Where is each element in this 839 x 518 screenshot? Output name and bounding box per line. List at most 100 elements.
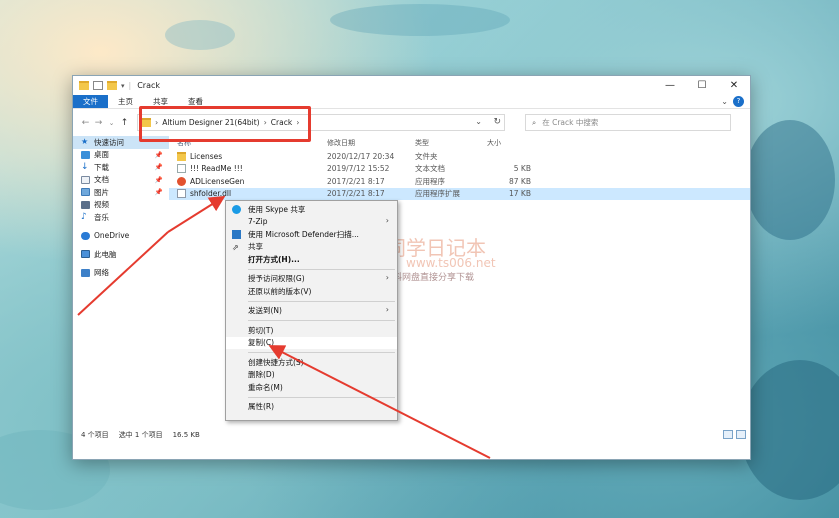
expand-ribbon-icon[interactable]: ⌄: [721, 95, 728, 109]
close-button[interactable]: ✕: [718, 76, 750, 95]
nav-item-network[interactable]: 网络: [73, 267, 169, 280]
menu-item-cut[interactable]: 剪切(T): [226, 324, 397, 337]
menu-item-rename[interactable]: 重命名(M): [226, 381, 397, 394]
menu-label: 复制(C): [248, 338, 275, 348]
status-bar: 4 个项目 选中 1 个项目 16.5 KB: [73, 428, 750, 442]
menu-label: 属性(R): [248, 402, 275, 412]
recent-locations-icon[interactable]: ⌄: [105, 119, 118, 127]
menu-item-share[interactable]: ⇗ 共享: [226, 241, 397, 254]
large-icons-view-icon[interactable]: [736, 430, 746, 439]
file-row[interactable]: !!! ReadMe !!! 2019/7/12 15:52 文本文档 5 KB: [169, 163, 750, 176]
forward-button[interactable]: →: [92, 118, 105, 128]
properties-icon[interactable]: [93, 81, 103, 90]
tab-home[interactable]: 主页: [108, 95, 143, 108]
nav-label: 桌面: [94, 150, 109, 160]
nav-label: 快速访问: [94, 137, 124, 147]
music-icon: ♪: [81, 212, 87, 223]
desktop-icon: [81, 150, 90, 159]
menu-label: 打开方式(H)...: [248, 254, 300, 264]
menu-item-delete[interactable]: 删除(D): [226, 369, 397, 382]
menu-separator: [248, 268, 395, 270]
search-input[interactable]: ⌕ 在 Crack 中搜索: [525, 114, 731, 131]
file-row[interactable]: Licenses 2020/12/17 20:34 文件夹: [169, 150, 750, 163]
text-file-icon: [177, 164, 186, 174]
folder-icon: [177, 151, 186, 161]
documents-icon: [81, 175, 90, 184]
nav-label: 网络: [94, 268, 109, 278]
file-size: 5 KB: [513, 164, 531, 174]
videos-icon: [81, 200, 90, 209]
menu-item-open-with[interactable]: 打开方式(H)...: [226, 253, 397, 266]
file-type: 文本文档: [415, 164, 445, 174]
menu-item-skype-share[interactable]: 使用 Skype 共享: [226, 203, 397, 216]
selected-count: 选中 1 个项目: [118, 431, 163, 439]
maximize-button[interactable]: ☐: [686, 76, 718, 95]
file-name: Licenses: [190, 151, 223, 161]
file-name: ADLicenseGen: [190, 176, 245, 186]
file-size: 17 KB: [509, 189, 531, 199]
file-row-selected[interactable]: shfolder.dll 2017/2/21 8:17 应用程序扩展 17 KB: [169, 187, 750, 200]
nav-item-onedrive[interactable]: OneDrive: [73, 230, 169, 243]
menu-label: 使用 Microsoft Defender扫描...: [248, 229, 359, 239]
menu-label: 删除(D): [248, 370, 275, 380]
pin-icon: 📌: [154, 150, 163, 159]
file-type: 应用程序扩展: [415, 189, 460, 199]
menu-separator: [248, 300, 395, 302]
item-count: 4 个项目: [81, 431, 109, 439]
pc-icon: [81, 250, 90, 259]
view-buttons: [723, 430, 746, 439]
help-icon[interactable]: ?: [733, 96, 744, 107]
watermark-url: www.ts006.net: [406, 256, 496, 270]
share-icon: ⇗: [232, 242, 239, 252]
network-icon: [81, 268, 90, 277]
back-button[interactable]: ←: [79, 118, 92, 128]
title-bar: ▾ | Crack — ☐ ✕: [73, 76, 750, 95]
up-button[interactable]: ↑: [118, 118, 131, 128]
nav-label: 音乐: [94, 212, 109, 222]
nav-item-this-pc[interactable]: 此电脑: [73, 248, 169, 261]
new-folder-icon[interactable]: [107, 81, 117, 90]
menu-item-7zip[interactable]: 7-Zip ›: [226, 216, 397, 229]
nav-label: 图片: [94, 187, 109, 197]
minimize-button[interactable]: —: [654, 76, 686, 95]
menu-item-copy[interactable]: 复制(C): [226, 336, 397, 349]
window-title: Crack: [137, 81, 161, 90]
customize-toolbar-icon[interactable]: ▾: [121, 82, 125, 90]
file-date: 2017/2/21 8:17: [327, 189, 385, 199]
nav-item-music[interactable]: ♪ 音乐: [73, 211, 169, 224]
nav-item-pictures[interactable]: 图片 📌: [73, 186, 169, 199]
chevron-down-icon[interactable]: ⌄: [475, 117, 482, 126]
menu-item-defender-scan[interactable]: 使用 Microsoft Defender扫描...: [226, 228, 397, 241]
menu-label: 使用 Skype 共享: [248, 204, 306, 214]
menu-label: 还原以前的版本(V): [248, 286, 312, 296]
menu-label: 重命名(M): [248, 382, 283, 392]
file-date: 2017/2/21 8:17: [327, 176, 385, 186]
details-view-icon[interactable]: [723, 430, 733, 439]
context-menu: 使用 Skype 共享 7-Zip › 使用 Microsoft Defende…: [225, 200, 398, 421]
menu-label: 7-Zip: [248, 217, 268, 227]
menu-item-send-to[interactable]: 发送到(N) ›: [226, 305, 397, 318]
nav-item-downloads[interactable]: ↓ 下载 📌: [73, 161, 169, 174]
menu-separator: [248, 320, 395, 321]
nav-item-videos[interactable]: 视频: [73, 199, 169, 212]
nav-label: 文档: [94, 175, 109, 185]
menu-label: 剪切(T): [248, 325, 274, 335]
nav-item-desktop[interactable]: 桌面 📌: [73, 149, 169, 162]
menu-item-properties[interactable]: 属性(R): [226, 401, 397, 414]
column-type[interactable]: 类型: [415, 138, 487, 148]
refresh-icon[interactable]: ↻: [493, 117, 501, 127]
nav-item-documents[interactable]: 文档 📌: [73, 174, 169, 187]
menu-item-restore-versions[interactable]: 还原以前的版本(V): [226, 285, 397, 298]
chevron-right-icon: ›: [385, 304, 389, 314]
menu-label: 授予访问权限(G): [248, 274, 305, 284]
dll-icon: [177, 189, 186, 199]
column-date[interactable]: 修改日期: [327, 138, 415, 148]
nav-label: 视频: [94, 200, 109, 210]
column-size[interactable]: 大小: [487, 138, 531, 148]
menu-separator: [248, 352, 395, 353]
file-row[interactable]: ADLicenseGen 2017/2/21 8:17 应用程序 87 KB: [169, 175, 750, 188]
menu-item-grant-access[interactable]: 授予访问权限(G) ›: [226, 273, 397, 286]
menu-item-create-shortcut[interactable]: 创建快捷方式(S): [226, 356, 397, 369]
tab-file[interactable]: 文件: [73, 95, 108, 108]
file-date: 2020/12/17 20:34: [327, 151, 395, 161]
